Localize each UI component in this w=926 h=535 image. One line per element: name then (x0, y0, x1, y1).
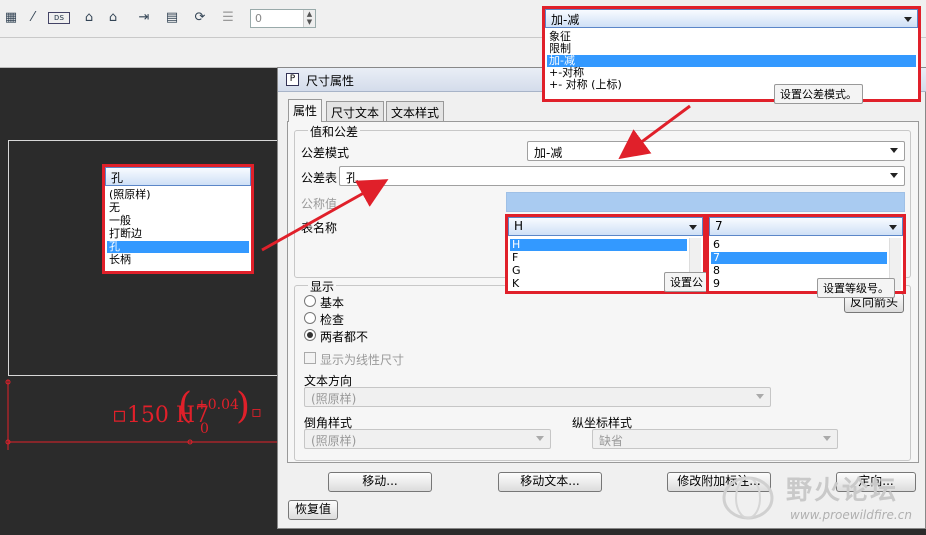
watermark-url: www.proewildfire.cn (790, 508, 912, 522)
tab-text-style[interactable]: 文本样式 (386, 101, 445, 121)
move-button[interactable]: 移动... (328, 472, 432, 492)
tol-table-dropdown-selected: 孔 (111, 171, 124, 185)
chevron-down-icon (904, 17, 912, 22)
table-name-label: 表名称 (301, 221, 338, 235)
chevron-down-icon (823, 436, 831, 441)
tol-mode-value: 加-减 (534, 146, 563, 160)
chevron-down-icon (689, 225, 697, 230)
tab-properties[interactable]: 属性 (288, 99, 323, 122)
chamfer-style-value: (照原样) (311, 434, 357, 448)
tol-table-dropdown-header[interactable]: 孔 (105, 167, 251, 186)
tol-mode-select[interactable]: 加-减 (527, 141, 905, 161)
callout-grade-dropdown: 7 6 7 8 9 设置等级号。 (706, 214, 906, 298)
grade-dropdown-header[interactable]: 7 (709, 217, 903, 236)
ordinate-style-value: 缺省 (599, 434, 624, 448)
callout-tol-mode-dropdown: 加-减 象征 限制 加-减 +-对称 +- 对称 (上标) 设置公差模式。 (542, 6, 921, 104)
chamfer-style-select[interactable]: (照原样) (304, 429, 551, 449)
dialog-title: 尺寸属性 (306, 74, 355, 88)
tol-upper: +0.04 (196, 397, 239, 413)
radio-neither[interactable] (304, 329, 316, 341)
tol-table-option[interactable]: 一般 (107, 215, 249, 227)
dialog-app-icon: P (286, 73, 299, 86)
move-text-button[interactable]: 移动文本... (498, 472, 602, 492)
tol-mode-dropdown-header[interactable]: 加-减 (545, 9, 918, 28)
tol-table-option[interactable]: 无 (107, 202, 249, 214)
tol-mode-label: 公差模式 (301, 146, 350, 160)
radio-inspect-label: 检查 (320, 313, 345, 327)
tol-table-select[interactable]: 孔 (339, 166, 905, 186)
chevron-down-icon (890, 148, 898, 153)
chk-linear-dimension[interactable] (304, 352, 316, 364)
tol-table-option[interactable]: (照原样) (107, 189, 249, 201)
spinner-arrows[interactable]: ▲ ▼ (303, 10, 315, 27)
slash-icon[interactable]: ⁄ (24, 9, 42, 27)
table-name-dropdown-selected: H (514, 219, 524, 233)
tol-mode-option[interactable]: 象征 (547, 31, 916, 43)
callout-table-name-dropdown: H H F G K 设置公 (505, 214, 709, 294)
tol-mode-tooltip: 设置公差模式。 (774, 84, 863, 104)
tol-lower: 0 (200, 421, 209, 437)
radio-basic[interactable] (304, 295, 316, 307)
grade-dropdown-selected: 7 (715, 219, 723, 233)
tol-mode-option-selected[interactable]: 加-减 (547, 55, 916, 67)
forum-watermark: 野火论坛 www.proewildfire.cn (718, 466, 926, 528)
chevron-down-icon (756, 394, 764, 399)
watermark-logo-icon (722, 476, 774, 520)
radio-inspect[interactable] (304, 312, 316, 324)
watermark-text: 野火论坛 (786, 476, 899, 506)
nominal-label: 公称值 (301, 197, 338, 211)
spinner-value: 0 (255, 12, 262, 25)
tol-table-option[interactable]: 长柄 (107, 254, 249, 266)
chevron-down-icon (890, 173, 898, 178)
dimension-properties-dialog: P 尺寸属性 属性 尺寸文本 文本样式 值和公差 公差模式 加-减 公差表 孔 … (277, 67, 926, 529)
tol-table-label: 公差表 (301, 171, 338, 185)
chevron-down-icon (536, 436, 544, 441)
grid-icon[interactable]: ▦ (2, 9, 20, 27)
table-name-tooltip: 设置公 (664, 272, 709, 292)
hatch-icon[interactable]: ☰ (219, 9, 237, 27)
dimension-annotation[interactable]: ▫150 H7 ( +0.04 0 ) ▫ (0, 370, 280, 460)
chevron-down-icon (889, 225, 897, 230)
text-direction-value: (照原样) (311, 392, 357, 406)
callout-tol-table-dropdown: 孔 (照原样) 无 一般 打断边 孔 长柄 (102, 164, 254, 274)
radio-basic-label: 基本 (320, 296, 345, 310)
dimension-suffix: ▫ (251, 402, 262, 421)
datum-b-icon[interactable]: ⌂ (104, 9, 122, 27)
grade-option[interactable]: 8 (711, 265, 887, 277)
table-name-option[interactable]: K (510, 278, 687, 290)
restore-values-button[interactable]: 恢复值 (288, 500, 338, 520)
tol-table-option-selected[interactable]: 孔 (107, 241, 249, 253)
open-paren: ( (178, 386, 192, 427)
group-value-tolerance-label: 值和公差 (308, 123, 361, 140)
close-paren: ) (236, 386, 250, 427)
refresh-icon[interactable]: ⟳ (191, 9, 209, 27)
grade-option-selected[interactable]: 7 (711, 252, 887, 264)
tol-mode-dropdown-selected: 加-减 (551, 13, 580, 27)
move-icon[interactable]: ⇥ (135, 9, 153, 27)
value-spinner[interactable]: 0 ▲ ▼ (250, 9, 316, 28)
table-icon[interactable]: ▤ (163, 9, 181, 27)
ordinate-style-select[interactable]: 缺省 (592, 429, 838, 449)
chk-linear-dimension-label: 显示为线性尺寸 (320, 353, 405, 367)
group-display-label: 显示 (308, 278, 337, 295)
tol-mode-option[interactable]: 限制 (547, 43, 916, 55)
table-name-option-selected[interactable]: H (510, 239, 687, 251)
grade-tooltip: 设置等级号。 (817, 278, 895, 298)
tol-table-option[interactable]: 打断边 (107, 228, 249, 240)
table-name-option[interactable]: G (510, 265, 687, 277)
grade-option[interactable]: 6 (711, 239, 887, 251)
dimension-value: ▫150 H7 (112, 403, 209, 428)
radio-neither-label: 两者都不 (320, 330, 369, 344)
tol-table-value: 孔 (346, 171, 359, 185)
table-name-dropdown-header[interactable]: H (508, 217, 703, 236)
table-name-option[interactable]: F (510, 252, 687, 264)
ds-icon[interactable]: ᴅs (48, 12, 70, 24)
tab-dimension-text[interactable]: 尺寸文本 (326, 101, 385, 121)
text-direction-select[interactable]: (照原样) (304, 387, 771, 407)
nominal-value-field[interactable] (506, 192, 905, 212)
datum-a-icon[interactable]: ⌂ (80, 9, 98, 27)
